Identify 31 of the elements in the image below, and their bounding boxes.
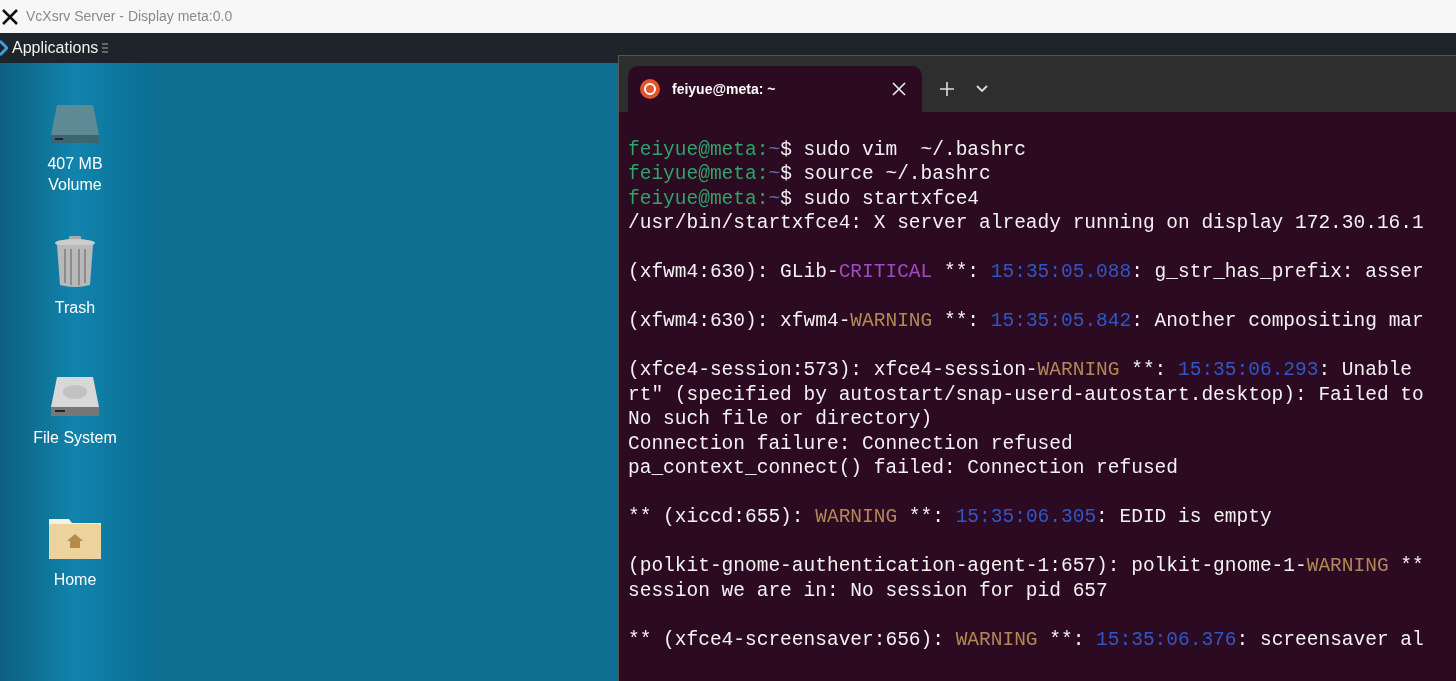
terminal-line: pa_context_connect() failed: Connection refused [628, 456, 1178, 481]
terminal-line: feiyue@meta:~$ sudo vim ~/.bashrc [628, 137, 1026, 162]
terminal-line: (xfwm4:630): GLib-CRITICAL **: 15:35:05.088: g_str_has_prefix: asser [628, 260, 1424, 285]
terminal-line: No such file or directory) [628, 407, 933, 432]
terminal-line: feiyue@meta:~$ sudo startxfce4 [628, 186, 980, 211]
desktop-icon-label[interactable]: Home [53, 569, 97, 590]
terminal-line: Connection failure: Connection refused [628, 431, 1073, 456]
ubuntu-logo-icon [640, 79, 660, 99]
panel-handle-icon [102, 43, 109, 53]
terminal-line: (polkit-gnome-authentication-agent-1:657): polkit-gnome-1-WARNING ** [628, 554, 1424, 579]
terminal-line: ** (xfce4-screensaver:656): WARNING **: 15:35:06.376: screensaver al [628, 627, 1424, 652]
x-logo-icon [2, 8, 18, 25]
tab-title: feiyue@meta: ~ [672, 79, 777, 99]
terminal-line: ** (xiccd:655): WARNING **: 15:35:06.305: EDID is empty [628, 505, 1272, 530]
terminal-line: feiyue@meta:~$ source ~/.bashrc [628, 162, 991, 187]
terminal-tab[interactable]: feiyue@meta: ~ [628, 66, 922, 112]
terminal-line: rt" (specified by autostart/snap-userd-autostart.desktop): Failed to [628, 382, 1424, 407]
terminal-line: (xfce4-session:573): xfce4-session-WARNING **: 15:35:06.293: Unable [628, 358, 1413, 383]
window-title: VcXsrv Server - Display meta:0.0 [26, 7, 233, 26]
desktop-icon-label[interactable]: Trash [54, 297, 96, 318]
trash-icon [53, 235, 97, 289]
xfce-logo-icon [0, 39, 8, 57]
terminal-line: session we are in: No session for pid 657 [628, 578, 1108, 603]
terminal-line: /usr/bin/startxfce4: X server already running on display 172.30.16.1 [628, 211, 1424, 236]
desktop-icon-label[interactable]: File System [33, 427, 117, 448]
close-icon[interactable] [892, 82, 906, 96]
desktop-icon-label[interactable]: 407 MB Volume [47, 153, 103, 195]
terminal-line: (xfwm4:630): xfwm4-WARNING **: 15:35:05.842: Another compositing mar [628, 309, 1424, 334]
applications-menu[interactable]: Applications [0, 36, 99, 60]
chevron-down-icon[interactable] [976, 85, 988, 93]
new-tab-icon[interactable] [940, 82, 954, 96]
